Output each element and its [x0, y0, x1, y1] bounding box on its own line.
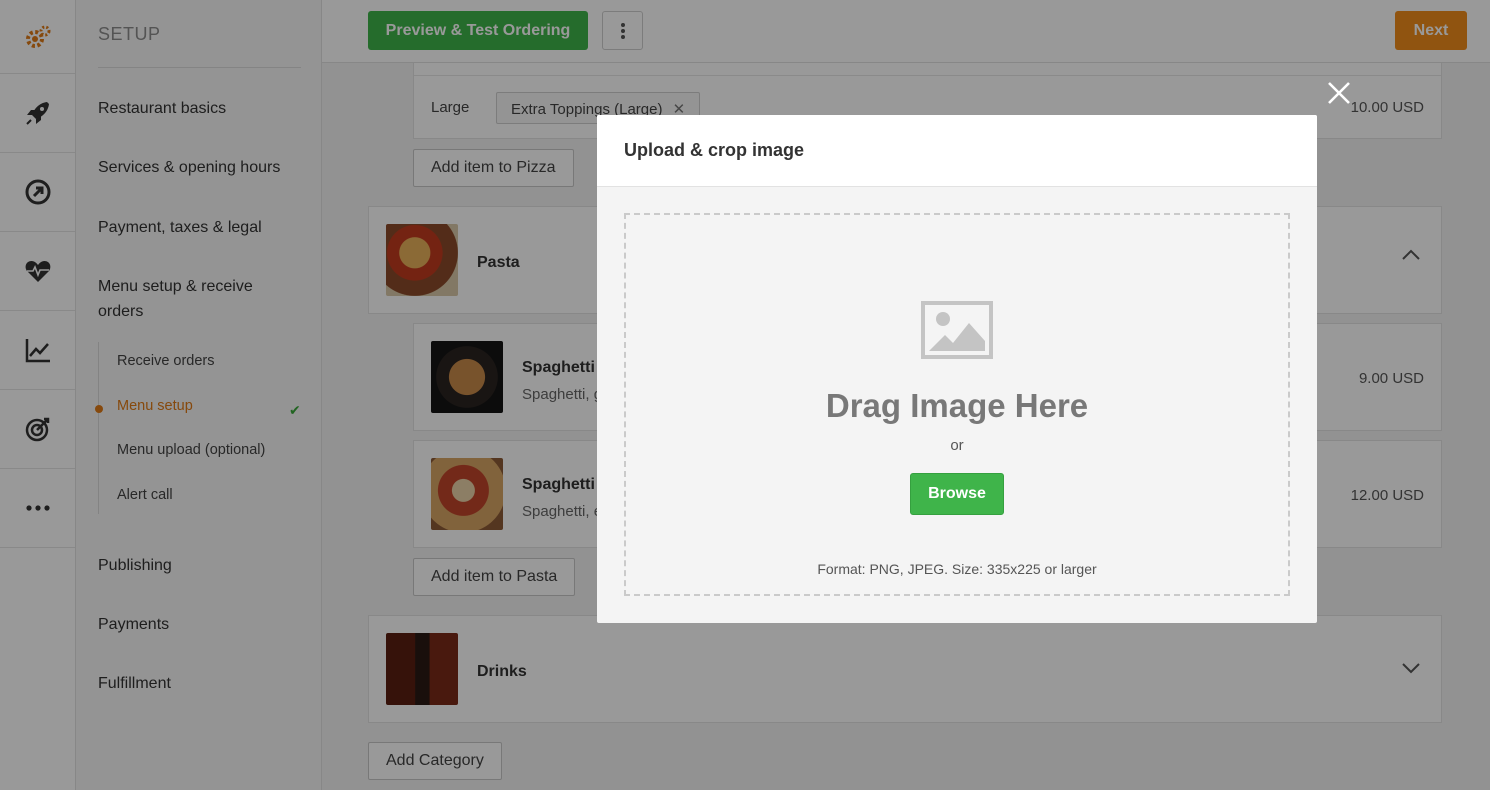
format-hint: Format: PNG, JPEG. Size: 335x225 or larg… [817, 561, 1097, 577]
modal-title: Upload & crop image [624, 140, 805, 160]
upload-crop-modal: Upload & crop image Drag Image Here or B… [597, 115, 1317, 623]
image-dropzone[interactable]: Drag Image Here or Browse Format: PNG, J… [624, 213, 1290, 596]
modal-header: Upload & crop image [597, 115, 1317, 187]
or-separator: or [950, 437, 964, 454]
close-icon[interactable] [1326, 80, 1352, 106]
drag-image-heading: Drag Image Here [825, 387, 1089, 424]
browse-button[interactable]: Browse [910, 473, 1004, 515]
image-placeholder-icon [921, 301, 993, 359]
